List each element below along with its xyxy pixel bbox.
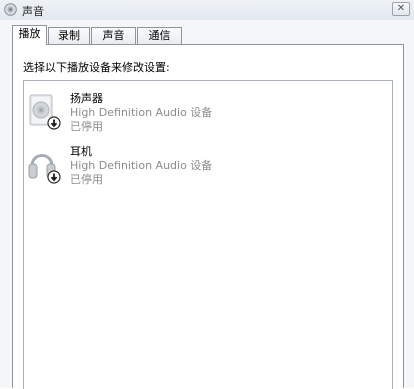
tab-label: 录制 [58, 29, 80, 42]
window-title: 声音 [22, 5, 44, 18]
tab-label: 声音 [102, 29, 125, 42]
tab-panel: 选择以下播放设备来修改设置: 扬声器 High Definition Audio… [12, 44, 404, 389]
device-status: 已停用 [70, 173, 103, 186]
device-status: 已停用 [70, 120, 103, 133]
device-list[interactable]: 扬声器 High Definition Audio 设备 已停用 耳机 High… [23, 80, 393, 389]
close-button[interactable]: ✕ [392, 2, 410, 16]
speaker-icon [28, 91, 64, 133]
close-icon: ✕ [396, 3, 406, 14]
tab-label: 播放 [18, 27, 41, 40]
tab-recording[interactable]: 录制 [48, 27, 90, 44]
tab-sounds[interactable]: 声音 [91, 27, 136, 44]
device-item-speakers[interactable]: 扬声器 High Definition Audio 设备 已停用 [24, 85, 384, 137]
sound-dialog: 声音 ✕ 播放 录制 声音 通信 选择以下播放设备来修改设置: 扬声器 High… [0, 0, 414, 389]
tab-communications[interactable]: 通信 [137, 27, 182, 44]
instruction-text: 选择以下播放设备来修改设置: [23, 61, 170, 74]
headphones-icon [28, 144, 64, 186]
title-bar[interactable]: 声音 ✕ [0, 0, 414, 20]
tab-label: 通信 [148, 29, 171, 42]
tab-playback[interactable]: 播放 [12, 25, 47, 45]
speaker-app-icon [4, 3, 17, 16]
device-item-headphones[interactable]: 耳机 High Definition Audio 设备 已停用 [24, 138, 384, 190]
